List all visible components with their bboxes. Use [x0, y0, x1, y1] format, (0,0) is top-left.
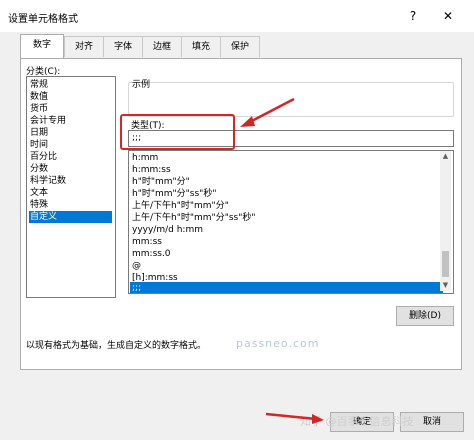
help-button[interactable]: ? — [405, 8, 421, 24]
tab-alignment[interactable]: 对齐 — [64, 36, 104, 57]
format-list[interactable]: h:mm h:mm:ss h"时"mm"分" h"时"mm"分"ss"秒" 上午… — [128, 150, 454, 294]
format-item[interactable]: h:mm:ss — [130, 164, 443, 176]
tab-font[interactable]: 字体 — [103, 36, 143, 57]
tab-border[interactable]: 边框 — [142, 36, 182, 57]
format-item[interactable]: h"时"mm"分"ss"秒" — [130, 188, 443, 200]
category-item[interactable]: 文本 — [29, 187, 112, 199]
format-item[interactable]: 上午/下午h"时"mm"分" — [130, 200, 443, 212]
scroll-thumb[interactable] — [442, 251, 449, 277]
scroll-up-icon[interactable]: ▲ — [440, 151, 451, 162]
format-list-scrollbar[interactable]: ▲ ▼ — [440, 151, 451, 291]
delete-button[interactable]: 删除(D) — [396, 306, 454, 326]
tab-fill[interactable]: 填充 — [181, 36, 221, 57]
format-item-selected[interactable]: ;;; — [130, 282, 443, 293]
format-item[interactable]: mm:ss.0 — [130, 248, 443, 260]
category-item-selected[interactable]: 自定义 — [29, 211, 112, 223]
format-cells-dialog: 设置单元格格式 ? ✕ 数字 对齐 字体 边框 填充 保护 分类(C): 常规 … — [0, 0, 474, 440]
watermark: passneo.com — [236, 337, 320, 350]
category-item[interactable]: 分数 — [29, 163, 112, 175]
annotation-arrow-icon — [240, 97, 295, 127]
category-item[interactable]: 常规 — [29, 79, 112, 91]
category-item[interactable]: 货币 — [29, 103, 112, 115]
description-text: 以现有格式为基础，生成自定义的数字格式。 — [26, 341, 207, 351]
category-item[interactable]: 百分比 — [29, 151, 112, 163]
category-item[interactable]: 时间 — [29, 139, 112, 151]
window-title: 设置单元格格式 — [8, 14, 78, 25]
category-item[interactable]: 数值 — [29, 91, 112, 103]
scroll-down-icon[interactable]: ▼ — [440, 280, 451, 291]
tab-protection[interactable]: 保护 — [220, 36, 260, 57]
category-item[interactable]: 特殊 — [29, 199, 112, 211]
format-item[interactable]: 上午/下午h"时"mm"分"ss"秒" — [130, 212, 443, 224]
sample-label: 示例 — [132, 80, 151, 90]
category-list[interactable]: 常规 数值 货币 会计专用 日期 时间 百分比 分数 科学记数 文本 特殊 自定… — [26, 76, 116, 298]
category-item[interactable]: 科学记数 — [29, 175, 112, 187]
annotation-highlight-box — [120, 114, 235, 150]
annotation-arrow-ok-icon — [265, 412, 324, 424]
close-button[interactable]: ✕ — [440, 8, 456, 24]
format-item[interactable]: h"时"mm"分" — [130, 176, 443, 188]
title-bar: 设置单元格格式 ? ✕ — [0, 0, 474, 32]
format-item[interactable]: @ — [130, 260, 443, 272]
format-item[interactable]: mm:ss — [130, 236, 443, 248]
category-item[interactable]: 日期 — [29, 127, 112, 139]
tab-number[interactable]: 数字 — [20, 34, 64, 58]
format-item[interactable]: h:mm — [130, 152, 443, 164]
format-item[interactable]: yyyy/m/d h:mm — [130, 224, 443, 236]
category-item[interactable]: 会计专用 — [29, 115, 112, 127]
